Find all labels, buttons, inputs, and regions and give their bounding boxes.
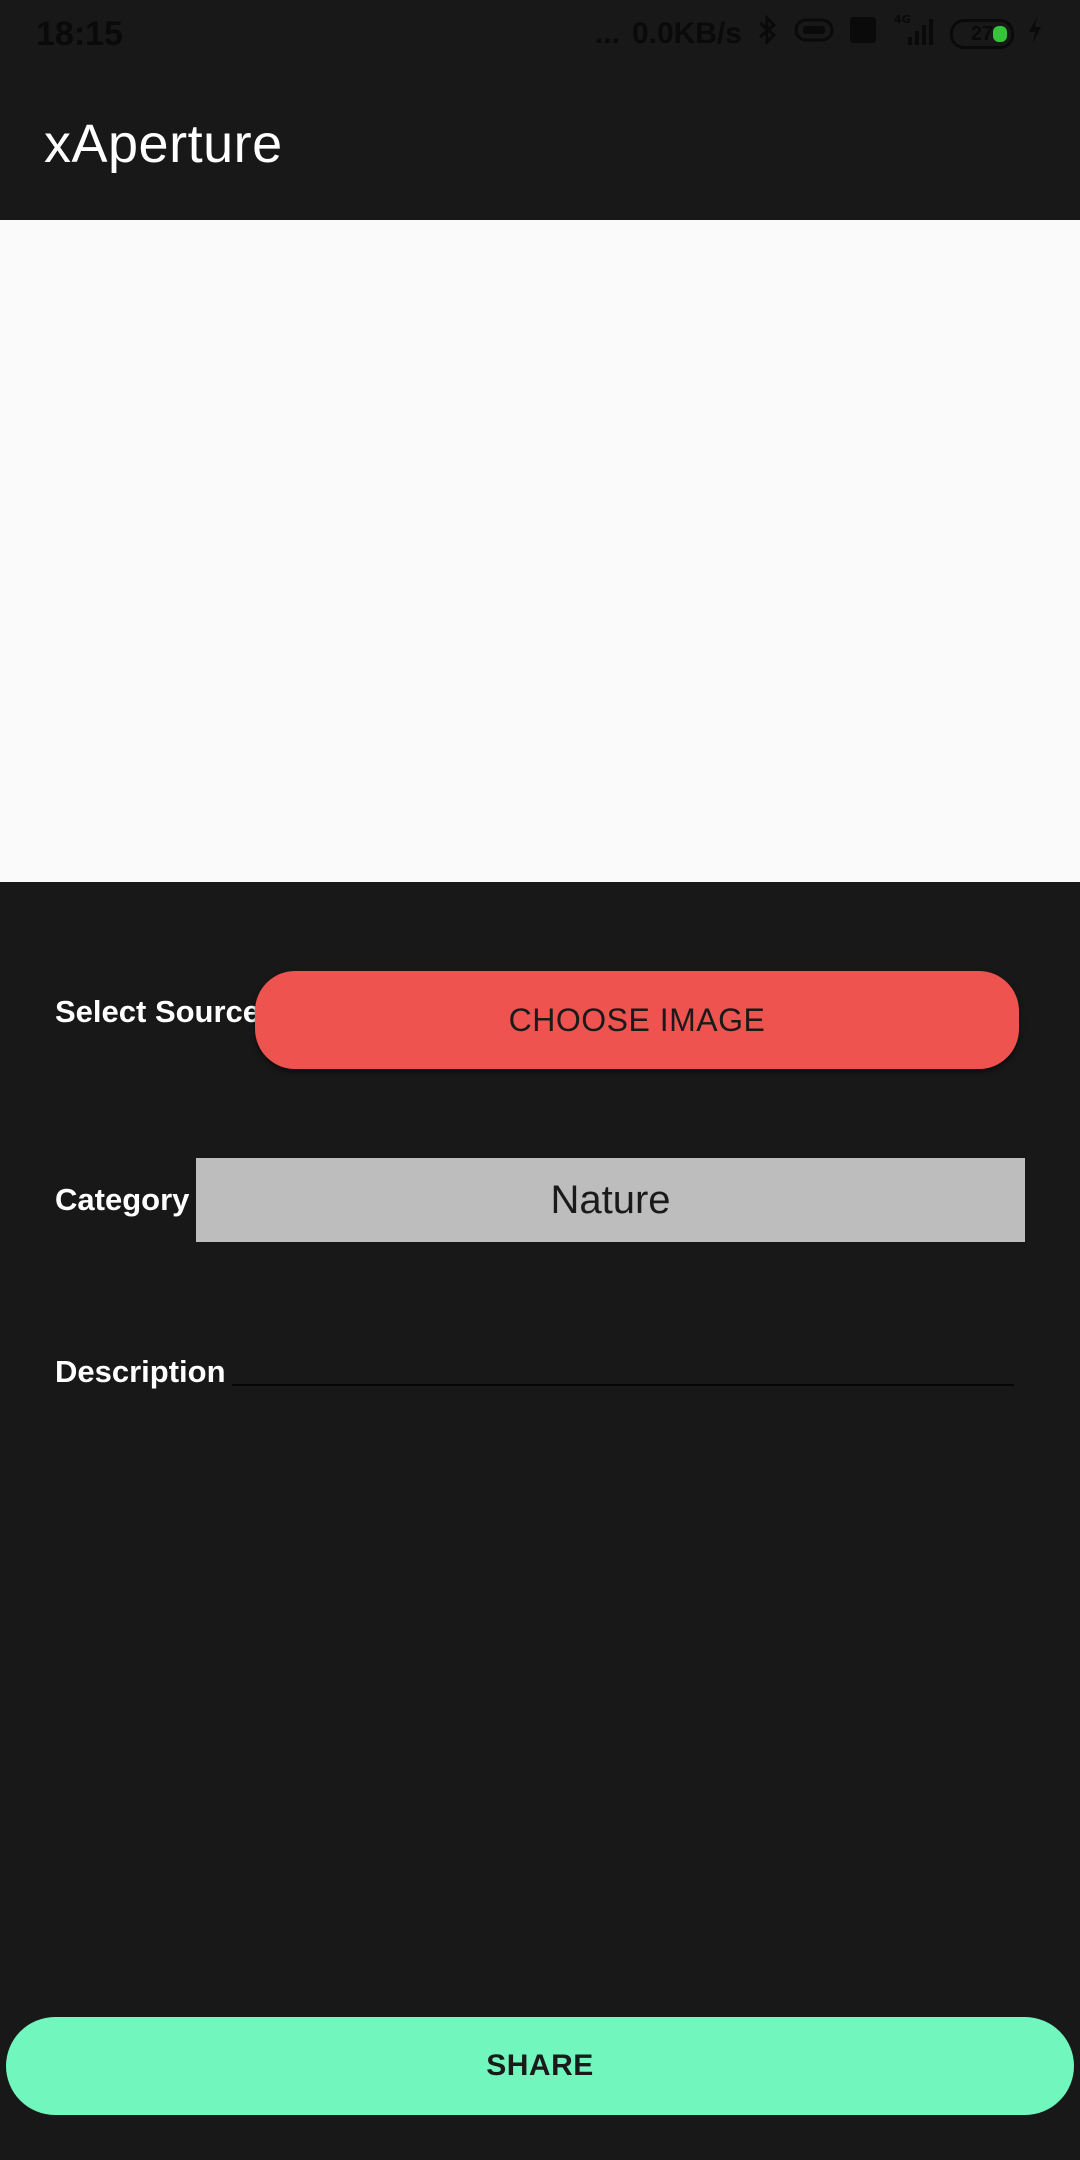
category-label: Category <box>55 1182 190 1217</box>
share-button[interactable]: SHARE <box>6 2017 1074 2115</box>
bluetooth-icon <box>754 14 780 53</box>
status-time: 18:15 <box>36 14 123 53</box>
share-form-panel: Select Source CHOOSE IMAGE Category Natu… <box>0 882 1080 2160</box>
category-select[interactable]: Nature <box>196 1158 1025 1242</box>
status-icons: ... 0.0KB/s 4G 27 <box>595 13 1044 55</box>
category-value: Nature <box>550 1177 671 1222</box>
vibrate-icon <box>792 16 836 52</box>
network-speed: 0.0KB/s <box>631 17 742 50</box>
app-title: xAperture <box>44 114 283 174</box>
choose-image-button[interactable]: CHOOSE IMAGE <box>255 971 1019 1069</box>
charging-icon <box>1026 15 1044 53</box>
app-bar: xAperture <box>0 68 1080 220</box>
network-type-label: 4G <box>894 13 911 26</box>
signal-icon: 4G <box>890 13 938 55</box>
image-preview <box>0 220 1080 882</box>
battery-level: 27 <box>970 22 994 45</box>
select-source-label: Select Source <box>55 994 261 1029</box>
description-label: Description <box>55 1354 226 1389</box>
description-input[interactable] <box>232 1322 1014 1386</box>
more-dots-icon: ... <box>594 17 620 50</box>
volte-icon <box>848 15 878 53</box>
battery-icon: 27 <box>950 19 1014 49</box>
status-bar: 18:15 ... 0.0KB/s 4G 27 <box>0 0 1080 68</box>
